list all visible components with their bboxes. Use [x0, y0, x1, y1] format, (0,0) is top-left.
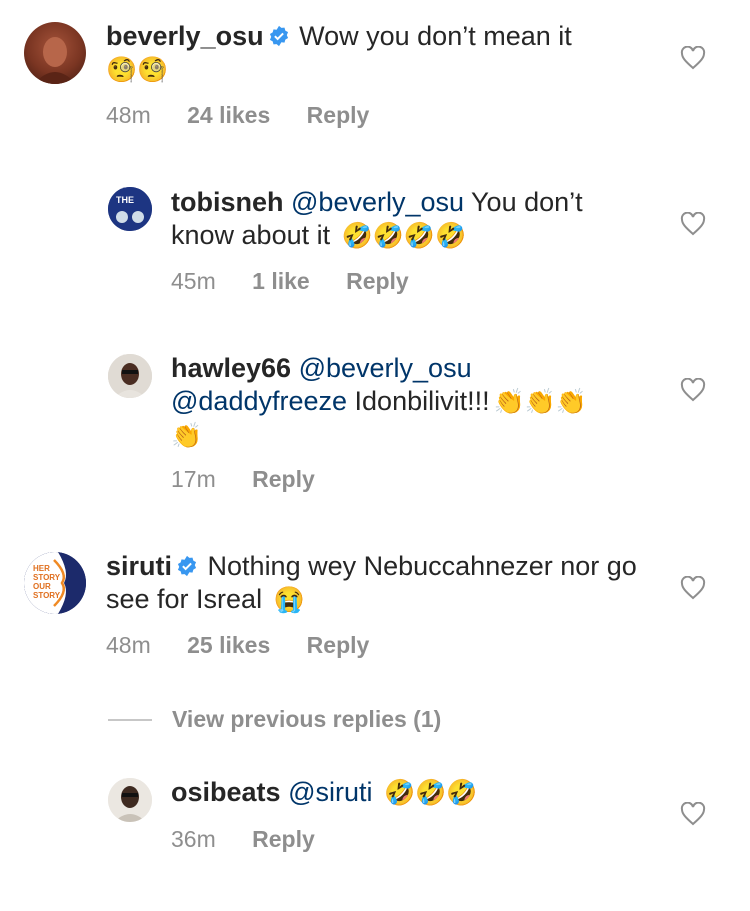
comment-meta: 36m Reply [171, 826, 345, 853]
emoji: 🤣🤣🤣 [384, 779, 478, 807]
timestamp: 45m [171, 268, 216, 294]
view-previous-replies-label[interactable]: View previous replies (1) [172, 706, 441, 733]
username[interactable]: beverly_osu [106, 21, 264, 51]
reply-button[interactable]: Reply [252, 826, 315, 852]
emoji: 👏 [171, 422, 203, 450]
timestamp: 36m [171, 826, 216, 852]
reply-button[interactable]: Reply [307, 632, 370, 658]
avatar[interactable]: THE [108, 187, 152, 231]
divider-line [108, 718, 152, 721]
likes-count[interactable]: 24 likes [187, 102, 270, 128]
verified-badge-icon [269, 25, 288, 47]
comment-text: tobisneh @beverly_osu You don’t know abo… [171, 186, 651, 253]
reply-button[interactable]: Reply [307, 102, 370, 128]
heart-outline-icon[interactable] [680, 802, 706, 826]
avatar[interactable] [108, 778, 152, 822]
view-previous-replies-button[interactable]: View previous replies (1) [108, 706, 441, 733]
username[interactable]: tobisneh [171, 187, 284, 217]
comment-meta: 17m Reply [171, 466, 345, 493]
likes-count[interactable]: 25 likes [187, 632, 270, 658]
emoji: 👏👏👏 [493, 388, 587, 416]
emoji: 🤣🤣🤣🤣 [341, 222, 467, 250]
heart-outline-icon[interactable] [680, 46, 706, 70]
comment-text: siruti Nothing wey Nebuccahnezer nor go … [106, 550, 666, 617]
timestamp: 17m [171, 466, 216, 492]
emoji: 😭 [273, 586, 305, 614]
heart-outline-icon[interactable] [680, 212, 706, 236]
verified-badge-icon [177, 555, 197, 577]
mention-link[interactable]: @beverly_osu [291, 187, 464, 217]
comment-meta: 48m 24 likes Reply [106, 102, 399, 129]
comment-text: beverly_osu Wow you don’t mean it 🧐🧐 [106, 20, 666, 87]
comment-body: Idonbilivit!!! [354, 386, 490, 416]
comment-meta: 45m 1 like Reply [171, 268, 439, 295]
comment-text: osibeats @siruti 🤣🤣🤣 [171, 776, 651, 810]
avatar[interactable] [24, 22, 86, 84]
reply-button[interactable]: Reply [346, 268, 409, 294]
username[interactable]: osibeats [171, 777, 281, 807]
comment-body: Wow you don’t mean it [299, 21, 572, 51]
avatar-logo-text: HER STORY OUR STORY [33, 564, 61, 600]
reply-button[interactable]: Reply [252, 466, 315, 492]
heart-outline-icon[interactable] [680, 576, 706, 600]
username[interactable]: hawley66 [171, 353, 291, 383]
comment-text: hawley66 @beverly_osu @daddyfreeze Idonb… [171, 352, 651, 453]
username[interactable]: siruti [106, 551, 172, 581]
svg-text:THE: THE [116, 195, 134, 205]
timestamp: 48m [106, 632, 151, 658]
mention-link[interactable]: @beverly_osu [299, 353, 472, 383]
avatar[interactable] [108, 354, 152, 398]
likes-count[interactable]: 1 like [252, 268, 310, 294]
mention-link[interactable]: @siruti [288, 777, 372, 807]
mention-link[interactable]: @daddyfreeze [171, 386, 347, 416]
emoji: 🧐🧐 [106, 56, 169, 84]
timestamp: 48m [106, 102, 151, 128]
comment-meta: 48m 25 likes Reply [106, 632, 399, 659]
avatar[interactable]: HER STORY OUR STORY [24, 552, 86, 614]
heart-outline-icon[interactable] [680, 378, 706, 402]
